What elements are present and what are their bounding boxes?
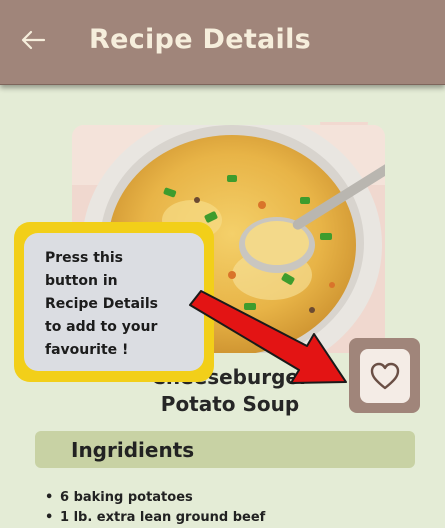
ingredients-heading: Ingridients	[71, 438, 195, 462]
page-title: Recipe Details	[89, 24, 312, 55]
favourite-button-inner[interactable]	[360, 349, 410, 403]
tutorial-callout-text: Press this button in Recipe Details to a…	[45, 247, 195, 362]
callout-line: button in	[45, 273, 118, 289]
callout-line: favourite !	[45, 342, 129, 358]
callout-line: Recipe Details	[45, 296, 158, 312]
list-item: 1 lb. extra lean ground beef	[45, 508, 265, 528]
ingredients-list: 6 baking potatoes 1 lb. extra lean groun…	[45, 488, 265, 528]
callout-line: to add to your	[45, 319, 158, 335]
app-bar: Recipe Details	[0, 0, 445, 85]
recipe-name-line2: Potato Soup	[160, 392, 300, 416]
arrow-left-icon[interactable]	[20, 29, 46, 51]
list-item: 6 baking potatoes	[45, 488, 265, 508]
heart-outline-icon	[370, 362, 400, 390]
callout-line: Press this	[45, 250, 123, 266]
